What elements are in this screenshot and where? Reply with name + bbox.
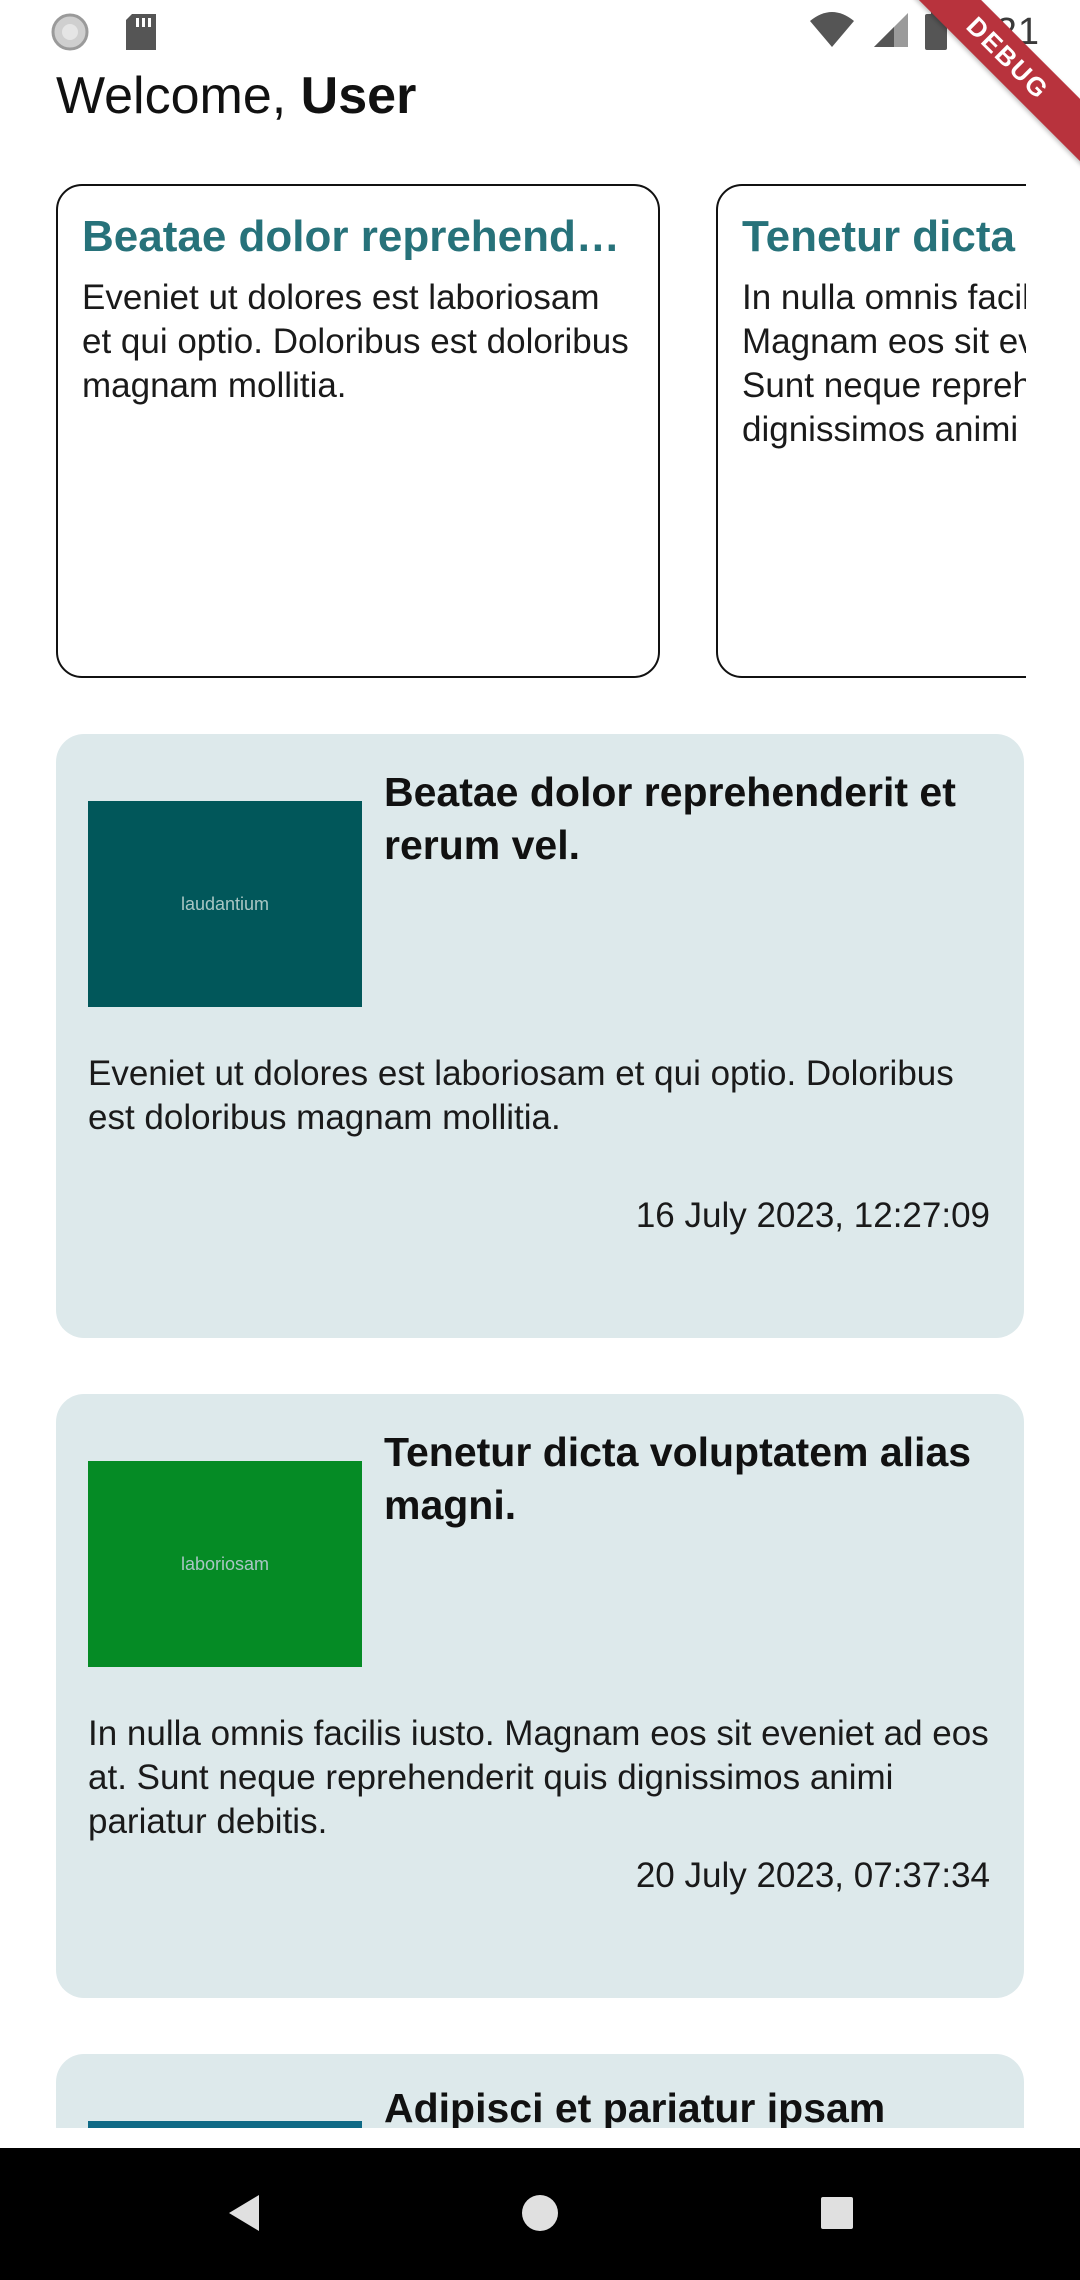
home-icon[interactable] <box>515 2188 565 2238</box>
featured-card-body: Eveniet ut dolores est laboriosam et qui… <box>82 278 629 405</box>
post-body: Eveniet ut dolores est laboriosam et qui… <box>88 1054 954 1137</box>
status-bar: 2:21 <box>0 0 1080 66</box>
post-date: 20 July 2023, 07:37:34 <box>635 1856 990 1895</box>
post-card[interactable]: laudantium Beatae dolor reprehenderit et… <box>56 734 1024 1338</box>
post-image-label: laboriosam <box>180 1553 270 1574</box>
recents-icon[interactable] <box>812 2188 862 2238</box>
navigation-bar <box>0 2148 1080 2280</box>
post-image-label: laudantium <box>180 893 270 914</box>
signal-icon <box>870 11 910 54</box>
featured-card-title: Beatae dolor reprehenderit et rerum vel. <box>82 212 634 261</box>
wifi-icon <box>808 11 856 54</box>
app-screen: 2:21 DEBUG Welcome, User Beatae dolor re… <box>0 0 1080 2280</box>
featured-card[interactable]: Tenetur dicta voluptatem alias magni. In… <box>716 184 1026 678</box>
greeting-text: Welcome, <box>56 67 287 125</box>
post-image: laudantium <box>88 801 362 1007</box>
post-body: In nulla omnis facilis iusto. Magnam eos… <box>88 1714 989 1841</box>
featured-carousel[interactable]: Beatae dolor reprehenderit et rerum vel.… <box>56 184 1026 680</box>
post-title: Adipisci et pariatur ipsam <box>384 2085 886 2128</box>
post-image <box>88 2121 362 2128</box>
sd-card-icon <box>124 12 158 57</box>
featured-card[interactable]: Beatae dolor reprehenderit et rerum vel.… <box>56 184 660 678</box>
post-title: Tenetur dicta voluptatem alias magni. <box>384 1429 972 1528</box>
welcome-heading: Welcome, User <box>56 66 416 126</box>
user-name: User <box>300 67 417 125</box>
featured-card-title: Tenetur dicta voluptatem alias magni. <box>742 212 1026 261</box>
post-card[interactable]: laboriosam Tenetur dicta voluptatem alia… <box>56 1394 1024 1998</box>
back-icon[interactable] <box>218 2188 268 2238</box>
post-card[interactable]: Adipisci et pariatur ipsam <box>56 2054 1024 2128</box>
post-date: 16 July 2023, 12:27:09 <box>635 1196 990 1235</box>
sync-icon <box>50 12 90 57</box>
post-image: laboriosam <box>88 1461 362 1667</box>
post-title: Beatae dolor reprehenderit et rerum vel. <box>384 769 956 868</box>
featured-card-body: In nulla omnis facilis iusto. Magnam eos… <box>742 278 1026 449</box>
